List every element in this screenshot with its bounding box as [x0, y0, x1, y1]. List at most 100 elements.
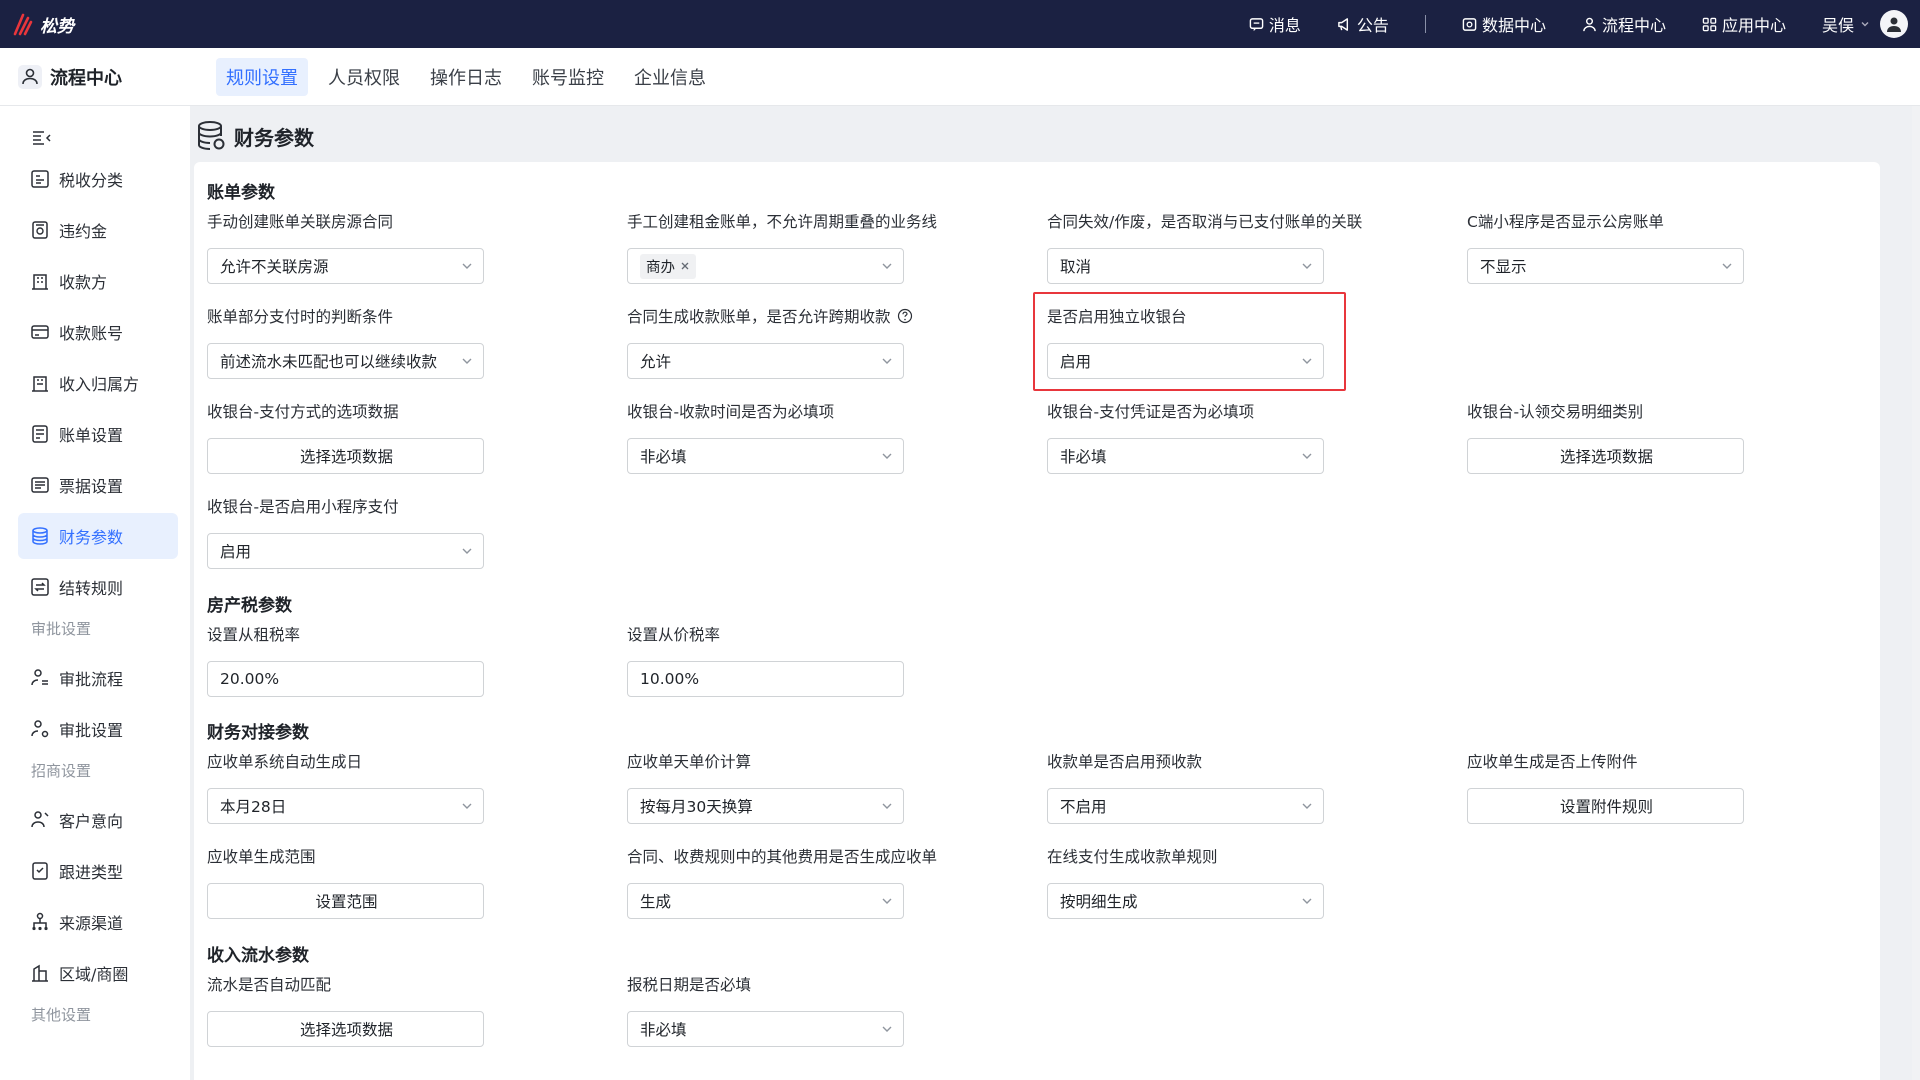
- avatar[interactable]: [1880, 10, 1908, 38]
- topnav-divider: [1424, 15, 1426, 33]
- field-label: 应收单天单价计算: [627, 753, 752, 771]
- sidebar-item-source-channel[interactable]: 来源渠道: [18, 899, 178, 945]
- sidebar-group-leasing: 招商设置: [31, 762, 92, 780]
- rent-tax-rate-input[interactable]: 20.00%: [207, 661, 484, 697]
- chevron-down-icon: [1302, 263, 1312, 269]
- page-scrollbar[interactable]: [1912, 106, 1920, 1080]
- topnav-flow-center-label: 流程中心: [1601, 16, 1666, 35]
- online-pay-receipt-rule-select[interactable]: 按明细生成: [1047, 883, 1324, 919]
- topnav-messages[interactable]: 消息: [1249, 12, 1301, 36]
- tab-company-info[interactable]: 企业信息: [624, 58, 716, 96]
- cashier-claim-category-button[interactable]: 选择选项数据: [1467, 438, 1744, 474]
- cashier-time-required-select[interactable]: 非必填: [627, 438, 904, 474]
- chevron-down-icon: [462, 803, 472, 809]
- field-label: 设置从价税率: [627, 626, 721, 644]
- sidebar-item-tax-category[interactable]: 税收分类: [18, 156, 178, 202]
- sidebar-item-income-owner[interactable]: 收入归属方: [18, 360, 178, 406]
- field-no-overlap-lines: 手工创建租金账单，不允许周期重叠的业务线 商办: [627, 210, 937, 284]
- tab-operation-log[interactable]: 操作日志: [420, 58, 512, 96]
- sidebar-item-label: 审批设置: [59, 721, 124, 740]
- field-c-end-public-bill: C端小程序是否显示公房账单 不显示: [1467, 210, 1744, 284]
- brand-logo-icon: [13, 13, 33, 36]
- sidebar-item-penalty[interactable]: 违约金: [18, 207, 178, 253]
- field-label: 手动创建账单关联房源合同: [207, 213, 394, 231]
- field-label: 应收单生成是否上传附件: [1467, 753, 1638, 771]
- sidebar-item-finance-params[interactable]: 财务参数: [18, 513, 178, 559]
- chevron-down-icon: [882, 898, 892, 904]
- prepayment-enabled-select[interactable]: 不启用: [1047, 788, 1324, 824]
- cashier-payment-methods-button[interactable]: 选择选项数据: [207, 438, 484, 474]
- ar-attachment-rule-button[interactable]: 设置附件规则: [1467, 788, 1744, 824]
- field-prepayment-enabled: 收款单是否启用预收款 不启用: [1047, 750, 1324, 824]
- sidebar-item-label: 财务参数: [59, 528, 124, 547]
- value-tax-rate-input[interactable]: 10.00%: [627, 661, 904, 697]
- module-switcher[interactable]: 流程中心: [18, 64, 198, 90]
- field-label: 账单部分支付时的判断条件: [207, 308, 394, 326]
- approval-flow-icon: [31, 669, 48, 686]
- field-label: 合同、收费规则中的其他费用是否生成应收单: [627, 848, 938, 866]
- tab-staff-permissions[interactable]: 人员权限: [318, 58, 410, 96]
- flow-center-icon: [1583, 17, 1596, 31]
- sidebar-item-label: 违约金: [59, 222, 108, 241]
- field-label: 设置从租税率: [207, 626, 301, 644]
- top-navigation-bar: 松势 消息 公告 数据中心 流程中心 应用中心 吴俣: [0, 0, 1920, 48]
- field-online-pay-receipt-rule: 在线支付生成收款单规则 按明细生成: [1047, 845, 1324, 919]
- chevron-down-icon: [882, 358, 892, 364]
- chevron-down-icon: [1722, 263, 1732, 269]
- chevron-down-icon: [1302, 453, 1312, 459]
- close-icon[interactable]: [680, 261, 690, 271]
- tab-account-monitor[interactable]: 账号监控: [522, 58, 614, 96]
- field-label: 合同失效/作废，是否取消与已支付账单的关联: [1047, 213, 1363, 231]
- cashier-miniprogram-pay-select[interactable]: 启用: [207, 533, 484, 569]
- field-label: 收银台-是否启用小程序支付: [207, 498, 399, 516]
- sidebar-item-payee-account[interactable]: 收款账号: [18, 309, 178, 355]
- topnav-flow-center[interactable]: 流程中心: [1582, 12, 1666, 36]
- sidebar-item-follow-type[interactable]: 跟进类型: [18, 848, 178, 894]
- sidebar-item-bill-settings[interactable]: 账单设置: [18, 411, 178, 457]
- sidebar-item-approval-settings[interactable]: 审批设置: [18, 706, 178, 752]
- other-fee-ar-select[interactable]: 生成: [627, 883, 904, 919]
- input-value: 20.00%: [220, 670, 280, 688]
- user-menu[interactable]: 吴俣: [1822, 10, 1908, 38]
- field-label: 应收单生成范围: [207, 848, 316, 866]
- ar-daily-price-select[interactable]: 按每月30天换算: [627, 788, 904, 824]
- sidebar-item-label: 来源渠道: [59, 914, 124, 933]
- sidebar-item-carryover-rules[interactable]: 结转规则: [18, 564, 178, 610]
- topnav-app-center[interactable]: 应用中心: [1702, 12, 1786, 36]
- select-value: 启用: [1060, 353, 1092, 371]
- selected-tag: 商办: [640, 253, 696, 279]
- select-value: 非必填: [640, 448, 687, 466]
- flow-auto-match-button[interactable]: 选择选项数据: [207, 1011, 484, 1047]
- select-value: 按明细生成: [1060, 893, 1138, 911]
- sidebar-item-customer-intent[interactable]: 客户意向: [18, 797, 178, 843]
- select-value: 取消: [1060, 258, 1092, 276]
- ar-scope-button[interactable]: 设置范围: [207, 883, 484, 919]
- topnav-data-center[interactable]: 数据中心: [1462, 12, 1546, 36]
- topnav-announcements[interactable]: 公告: [1337, 12, 1389, 36]
- tab-rule-settings[interactable]: 规则设置: [216, 57, 308, 96]
- field-manual-bill-link: 手动创建账单关联房源合同 允许不关联房源: [207, 210, 484, 284]
- ar-auto-day-select[interactable]: 本月28日: [207, 788, 484, 824]
- sidebar-group-other: 其他设置: [31, 1006, 92, 1024]
- select-value: 不启用: [1060, 798, 1107, 816]
- manual-bill-link-select[interactable]: 允许不关联房源: [207, 248, 484, 284]
- partial-payment-condition-select[interactable]: 前述流水未匹配也可以继续收款: [207, 343, 484, 379]
- cross-period-payment-select[interactable]: 允许: [627, 343, 904, 379]
- sidebar-item-region[interactable]: 区域/商圈: [18, 950, 178, 996]
- sidebar-item-receipt-settings[interactable]: 票据设置: [18, 462, 178, 508]
- independent-cashier-select[interactable]: 启用: [1047, 343, 1324, 379]
- page-title: 财务参数: [234, 125, 314, 150]
- chevron-down-icon: [882, 803, 892, 809]
- no-overlap-lines-select[interactable]: 商办: [627, 248, 904, 284]
- sidebar-item-payee[interactable]: 收款方: [18, 258, 178, 304]
- contract-void-unlink-select[interactable]: 取消: [1047, 248, 1324, 284]
- collapse-menu-icon[interactable]: [32, 130, 52, 146]
- c-end-public-bill-select[interactable]: 不显示: [1467, 248, 1744, 284]
- sidebar-item-approval-flow[interactable]: 审批流程: [18, 655, 178, 701]
- brand[interactable]: 松势: [12, 12, 74, 37]
- help-circle-icon[interactable]: [897, 308, 913, 324]
- receipt-icon: [31, 477, 49, 493]
- building-icon: [32, 274, 48, 290]
- tax-date-required-select[interactable]: 非必填: [627, 1011, 904, 1047]
- cashier-voucher-required-select[interactable]: 非必填: [1047, 438, 1324, 474]
